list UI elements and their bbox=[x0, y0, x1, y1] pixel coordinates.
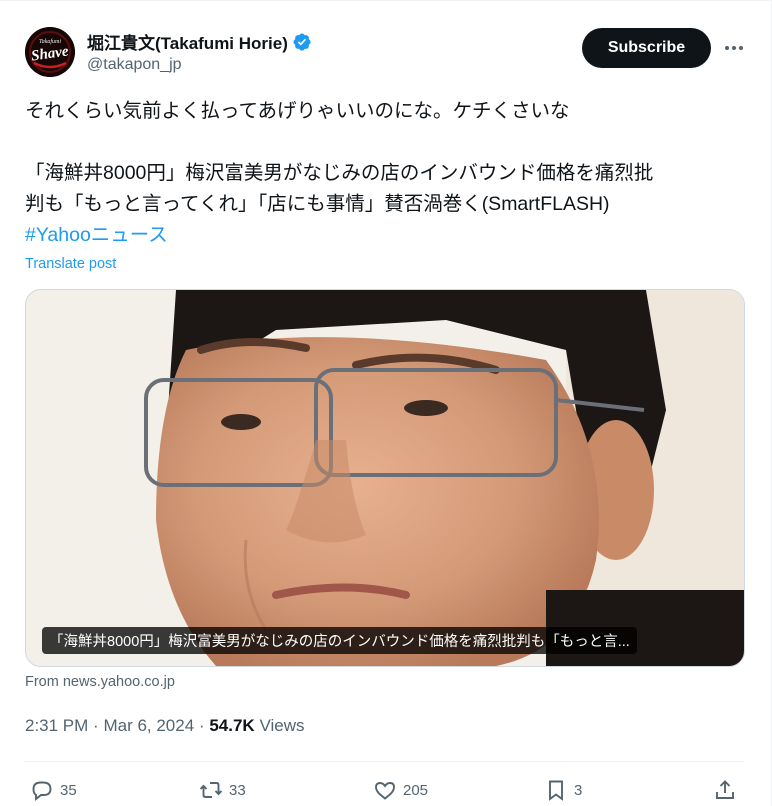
avatar[interactable]: Takafumi Shave bbox=[25, 27, 75, 77]
views-label: Views bbox=[259, 716, 305, 735]
top-divider bbox=[0, 0, 772, 1]
tweet-line: 判も「もっと言ってくれ」「店にも事情」賛否渦巻く(SmartFLASH) bbox=[25, 193, 610, 215]
tweet-line: それくらい気前よく払ってあげりゃいいのにな。ケチくさいな bbox=[25, 100, 570, 122]
hashtag-link[interactable]: #Yahooニュース bbox=[25, 224, 168, 246]
tweet-line: 「海鮮丼8000円」梅沢富美男がなじみの店のインバウンド価格を痛烈批 bbox=[25, 162, 654, 184]
card-photo bbox=[26, 290, 744, 666]
meta-separator: · bbox=[198, 716, 205, 735]
tweet-time[interactable]: 2:31 PM bbox=[25, 716, 88, 735]
author-display-name[interactable]: 堀江貴文(Takafumi Horie) bbox=[87, 29, 288, 54]
action-bar: 35 33 205 3 bbox=[25, 778, 755, 806]
card-source-link[interactable]: From news.yahoo.co.jp bbox=[25, 674, 175, 690]
card-caption: 「海鮮丼8000円」梅沢富美男がなじみの店のインバウンド価格を痛烈批判も「もっと… bbox=[42, 627, 637, 654]
bookmark-button[interactable]: 3 bbox=[544, 778, 582, 802]
views-count: 54.7K bbox=[209, 716, 255, 735]
repost-button[interactable]: 33 bbox=[199, 778, 246, 802]
share-icon bbox=[716, 780, 734, 799]
link-preview-card[interactable]: 「海鮮丼8000円」梅沢富美男がなじみの店のインバウンド価格を痛烈批判も「もっと… bbox=[25, 289, 745, 667]
reply-count: 35 bbox=[60, 781, 77, 799]
author-name-row[interactable]: 堀江貴文(Takafumi Horie) bbox=[87, 29, 312, 54]
more-icon[interactable] bbox=[722, 38, 746, 58]
tweet-meta: 2:31 PM · Mar 6, 2024 · 54.7K Views bbox=[25, 716, 304, 736]
reply-button[interactable]: 35 bbox=[30, 778, 77, 802]
tweet-text: それくらい気前よく払ってあげりゃいいのにな。ケチくさいな 「海鮮丼8000円」梅… bbox=[25, 96, 740, 251]
like-count: 205 bbox=[403, 781, 429, 799]
like-button[interactable]: 205 bbox=[373, 778, 428, 802]
verified-icon bbox=[292, 32, 312, 52]
share-button[interactable] bbox=[713, 778, 737, 802]
reply-icon bbox=[32, 781, 52, 801]
subscribe-button[interactable]: Subscribe bbox=[582, 28, 711, 68]
repost-count: 33 bbox=[229, 781, 246, 799]
actions-divider bbox=[25, 761, 743, 762]
like-icon bbox=[375, 782, 395, 800]
bookmark-icon bbox=[549, 780, 563, 801]
bookmark-count: 3 bbox=[574, 781, 583, 799]
author-handle[interactable]: @takapon_jp bbox=[87, 56, 182, 74]
repost-icon bbox=[199, 782, 223, 798]
tweet-date[interactable]: Mar 6, 2024 bbox=[103, 716, 194, 735]
translate-post-link[interactable]: Translate post bbox=[25, 256, 116, 272]
meta-separator: · bbox=[93, 716, 99, 735]
